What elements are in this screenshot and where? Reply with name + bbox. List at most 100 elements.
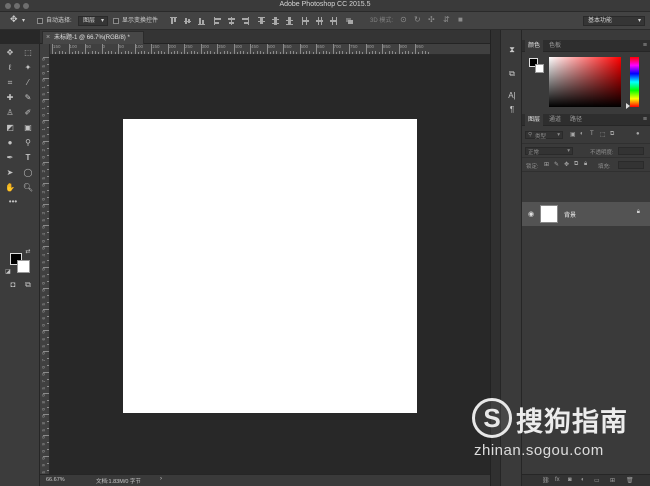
adjustment-layer-icon[interactable]: ◐: [581, 477, 585, 483]
blend-mode-dropdown[interactable]: 正常 ▾: [525, 147, 573, 156]
distribute-left-icon[interactable]: [302, 17, 309, 25]
layer-name[interactable]: 背景: [564, 210, 576, 219]
filter-pixel-icon[interactable]: ▣: [570, 131, 576, 138]
blur-tool-icon[interactable]: ●: [3, 137, 17, 149]
delete-layer-icon[interactable]: 🗑︎: [626, 477, 634, 484]
align-vcenter-icon[interactable]: [184, 17, 191, 25]
workspace-switcher[interactable]: 基本功能 ▾: [583, 16, 645, 26]
history-panel-icon[interactable]: ⧗: [506, 44, 518, 56]
healing-brush-tool-icon[interactable]: ✚: [3, 92, 17, 104]
paragraph-panel-icon[interactable]: ¶: [506, 104, 518, 116]
hue-slider[interactable]: [630, 57, 639, 107]
tab-swatches[interactable]: 色板: [546, 40, 564, 52]
zoom-level[interactable]: 66.67%: [46, 477, 65, 483]
layer-kind-filter[interactable]: ⚲ 类型 ▾: [525, 131, 563, 140]
clone-stamp-tool-icon[interactable]: ♙: [3, 107, 17, 119]
lock-transparency-icon[interactable]: ⊞: [544, 161, 549, 168]
tab-channels[interactable]: 通道: [546, 114, 564, 126]
crop-tool-icon[interactable]: ⌗: [3, 77, 17, 89]
quick-mask-icon[interactable]: ◘: [6, 279, 20, 291]
hue-slider-handle[interactable]: [626, 103, 630, 109]
layer-lock-icon[interactable]: 🔒︎: [637, 209, 640, 216]
move-tool-icon[interactable]: ✥: [3, 47, 17, 59]
magic-wand-tool-icon[interactable]: ✦: [21, 62, 35, 74]
distribute-right-icon[interactable]: [330, 17, 337, 25]
document-canvas[interactable]: [123, 119, 417, 413]
ellipse-tool-icon[interactable]: ◯: [21, 167, 35, 179]
filter-adjustment-icon[interactable]: ◐: [580, 131, 584, 137]
history-brush-tool-icon[interactable]: ✐: [21, 107, 35, 119]
lock-pixels-icon[interactable]: ✎: [554, 161, 559, 168]
distribute-top-icon[interactable]: [258, 17, 265, 25]
fill-field[interactable]: [618, 161, 644, 169]
auto-select-checkbox[interactable]: [37, 18, 43, 24]
auto-align-layers-icon[interactable]: [346, 17, 353, 25]
distribute-hcenter-icon[interactable]: [316, 17, 323, 25]
new-layer-icon[interactable]: ⊞: [610, 477, 615, 484]
zoom-tool-icon[interactable]: 🔍︎: [21, 182, 35, 194]
filter-smart-object-icon[interactable]: ⧉: [610, 131, 614, 138]
pan-3d-icon[interactable]: ✣: [428, 15, 435, 25]
align-bottom-icon[interactable]: [198, 17, 205, 25]
filter-type-icon[interactable]: T: [590, 131, 594, 137]
eyedropper-tool-icon[interactable]: ⁄: [21, 77, 35, 89]
visibility-eye-icon[interactable]: ◉: [528, 210, 534, 218]
tab-color[interactable]: 颜色: [525, 40, 544, 52]
edit-toolbar-icon[interactable]: •••: [6, 196, 20, 208]
new-group-icon[interactable]: ▭: [594, 477, 600, 484]
lock-all-icon[interactable]: 🔒︎: [584, 161, 587, 168]
move-tool-icon[interactable]: ✥: [10, 14, 18, 24]
gradient-tool-icon[interactable]: ▣: [21, 122, 35, 134]
screen-mode-icon[interactable]: ⧉: [21, 279, 35, 291]
add-mask-icon[interactable]: ◙: [568, 477, 572, 483]
type-tool-icon[interactable]: T: [21, 152, 35, 164]
color-spectrum-field[interactable]: [549, 57, 621, 107]
document-tab[interactable]: × 未标题-1 @ 66.7%(RGB/8) *: [42, 31, 144, 44]
swap-colors-icon[interactable]: ⇄: [24, 248, 32, 256]
lasso-tool-icon[interactable]: ℓ: [3, 62, 17, 74]
filter-shape-icon[interactable]: ⬚: [600, 131, 606, 138]
brush-tool-icon[interactable]: ✎: [21, 92, 35, 104]
orbit-3d-icon[interactable]: ⊙: [400, 15, 407, 25]
document-info[interactable]: 文档:1.83M/0 字节: [96, 477, 141, 485]
link-layers-icon[interactable]: ⛓: [542, 477, 550, 484]
path-selection-tool-icon[interactable]: ➤: [3, 167, 17, 179]
pen-tool-icon[interactable]: ✒: [3, 152, 17, 164]
align-left-icon[interactable]: [214, 17, 221, 25]
roll-3d-icon[interactable]: ↻: [414, 15, 421, 25]
align-top-icon[interactable]: [170, 17, 177, 25]
opacity-field[interactable]: [618, 147, 644, 155]
tab-layers[interactable]: 图层: [525, 114, 544, 126]
hand-tool-icon[interactable]: ✋: [3, 182, 17, 194]
close-document-icon[interactable]: ×: [46, 32, 50, 44]
panel-menu-icon[interactable]: ≡: [643, 116, 647, 124]
libraries-panel-icon[interactable]: ⧉: [506, 68, 518, 80]
filter-toggle-icon[interactable]: ●: [636, 131, 640, 137]
auto-select-dropdown[interactable]: 图层 ▾: [78, 16, 108, 26]
marquee-tool-icon[interactable]: ⬚: [21, 47, 35, 59]
status-menu-chevron-icon[interactable]: ›: [160, 476, 162, 482]
tool-preset-chevron-icon[interactable]: ▾: [22, 16, 25, 26]
align-right-icon[interactable]: [242, 17, 249, 25]
color-panel-background-swatch[interactable]: [535, 64, 544, 73]
vertical-ruler[interactable]: 0 5 0 0 1 5 0 1 0 0 1 5 0 2 0 0 2 5 0 3 0 0 3 5 0 4 0 0 4 5 0 5 0 0 5 5 0 6 0 0…: [40, 44, 50, 474]
show-transform-checkbox[interactable]: [113, 18, 119, 24]
canvas-workspace[interactable]: [50, 55, 490, 474]
distribute-vcenter-icon[interactable]: [272, 17, 279, 25]
layer-style-fx-icon[interactable]: fx: [555, 477, 560, 483]
background-color-swatch[interactable]: [17, 260, 30, 273]
character-panel-icon[interactable]: A|: [506, 90, 518, 102]
align-hcenter-icon[interactable]: [228, 17, 235, 25]
slide-3d-icon[interactable]: ⇵: [443, 15, 450, 25]
dodge-tool-icon[interactable]: ⚲: [21, 137, 35, 149]
horizontal-ruler[interactable]: 150 100 50 0 50 100 150 200 250 300 350 400 450 500 55…: [50, 44, 490, 55]
layer-row-background[interactable]: ◉ 背景 🔒︎: [522, 202, 650, 226]
default-colors-icon[interactable]: ◪: [4, 268, 12, 276]
distribute-bottom-icon[interactable]: [286, 17, 293, 25]
eraser-tool-icon[interactable]: ◩: [3, 122, 17, 134]
panel-menu-icon[interactable]: ≡: [643, 42, 647, 50]
lock-artboard-icon[interactable]: ⧉: [574, 161, 578, 168]
lock-position-icon[interactable]: ✥: [564, 161, 569, 168]
tab-paths[interactable]: 路径: [567, 114, 585, 126]
scale-3d-icon[interactable]: ■: [458, 15, 463, 25]
